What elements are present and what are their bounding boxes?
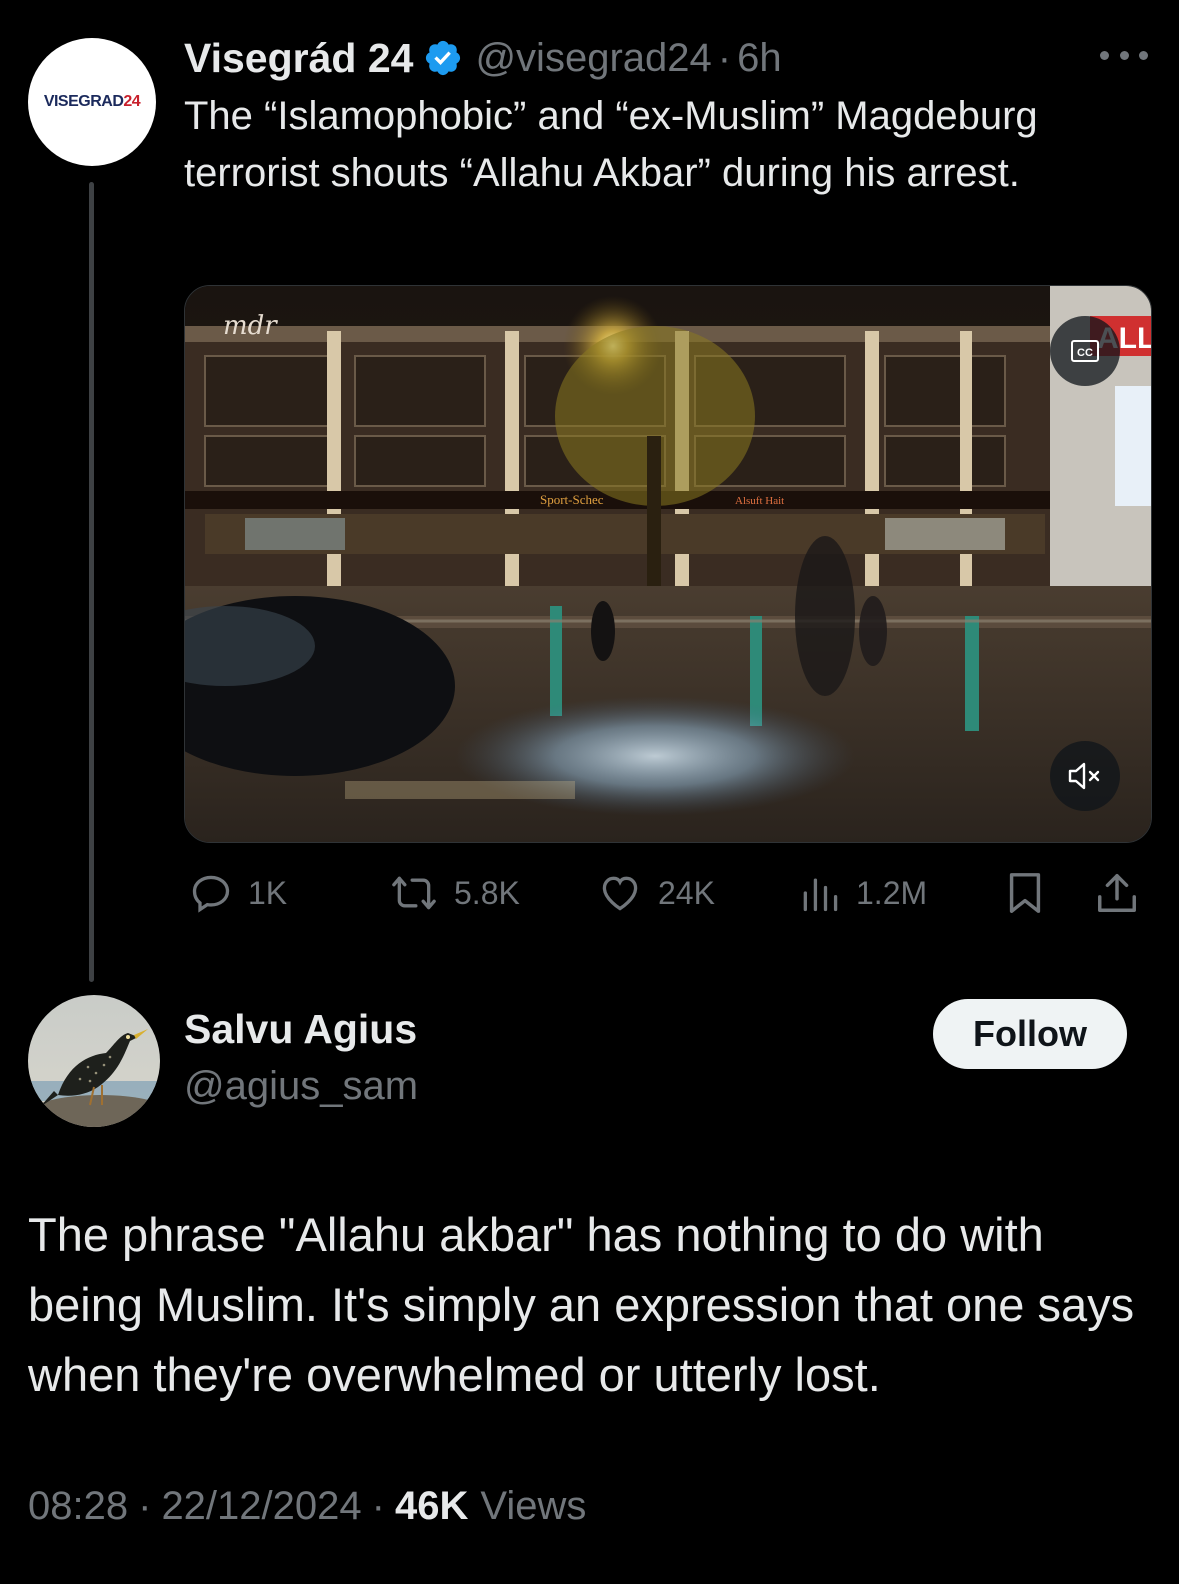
views-count: 1.2M (856, 874, 928, 911)
sign-left: Sport-Schec (540, 492, 604, 507)
salvu-agius-avatar[interactable] (28, 995, 160, 1127)
tweet-date[interactable]: 22/12/2024 (161, 1484, 361, 1529)
tweet-video[interactable]: Sport-Schec Alsuft Hait ALL mdr (184, 285, 1152, 843)
repost-count: 5.8K (454, 874, 520, 911)
svg-text:CC: CC (1077, 347, 1093, 359)
views-button[interactable]: 1.2M (798, 865, 927, 921)
like-count: 24K (658, 874, 715, 911)
captions-button[interactable]: CC (1050, 316, 1120, 386)
bookmark-button[interactable] (1004, 865, 1046, 921)
like-button[interactable]: 24K (596, 865, 715, 921)
thread-connector-line (89, 182, 94, 982)
tweet-action-bar: 1K 5.8K 24K 1.2M (184, 865, 1150, 921)
mute-button[interactable] (1050, 741, 1120, 811)
video-watermark: mdr (223, 311, 278, 341)
tweet-views-label: Views (480, 1484, 587, 1528)
retweet-icon (392, 876, 436, 910)
share-icon (1098, 874, 1136, 912)
share-button[interactable] (1094, 865, 1140, 921)
verified-badge-icon (426, 40, 461, 76)
quoted-tweet-header: Visegrád 24 @visegrad24 · 6h (184, 30, 782, 86)
tweet-page: VISEGRAD24 Visegrád 24 @visegrad24 · 6h … (0, 0, 1179, 1584)
reply-count: 1K (248, 874, 288, 911)
mute-icon (1068, 762, 1100, 790)
like-icon (602, 876, 638, 911)
bookmark-icon (1009, 873, 1041, 913)
reply-button[interactable]: 1K (188, 865, 287, 921)
reply-author-name[interactable]: Salvu Agius (184, 1006, 417, 1053)
visegrad-logo: VISEGRAD24 (43, 93, 141, 110)
repost-button[interactable]: 5.8K (388, 865, 520, 921)
sign-right: Alsuft Hait (735, 495, 784, 507)
video-frame: Sport-Schec Alsuft Hait ALL mdr (185, 286, 1151, 842)
separator-dot: · (717, 35, 732, 80)
separator-dot: · (371, 1484, 385, 1528)
tweet-time[interactable]: 08:28 (28, 1484, 128, 1529)
tweet-views-count: 46K (394, 1484, 469, 1528)
quoted-tweet-text: The “Islamophobic” and “ex-Muslim” Magde… (184, 94, 1038, 195)
cc-icon: CC (1071, 340, 1099, 362)
reply-author-handle[interactable]: @agius_sam (184, 1064, 418, 1109)
reply-tweet-text: The phrase "Allahu akbar" has nothing to… (28, 1208, 1135, 1401)
reply-icon (192, 875, 230, 913)
more-options-icon[interactable] (1100, 46, 1148, 64)
tweet-age[interactable]: 6h (737, 36, 782, 81)
visegrad-avatar[interactable]: VISEGRAD24 (28, 38, 156, 166)
views-icon (803, 878, 838, 912)
separator-dot: · (138, 1484, 152, 1528)
author-name[interactable]: Visegrád 24 (184, 35, 413, 82)
starling-bird-image (28, 995, 160, 1127)
tweet-metadata: 08:28 · 22/12/2024 · 46K Views (28, 1484, 586, 1529)
author-handle[interactable]: @visegrad24 (475, 36, 711, 81)
follow-button[interactable]: Follow (933, 999, 1127, 1069)
